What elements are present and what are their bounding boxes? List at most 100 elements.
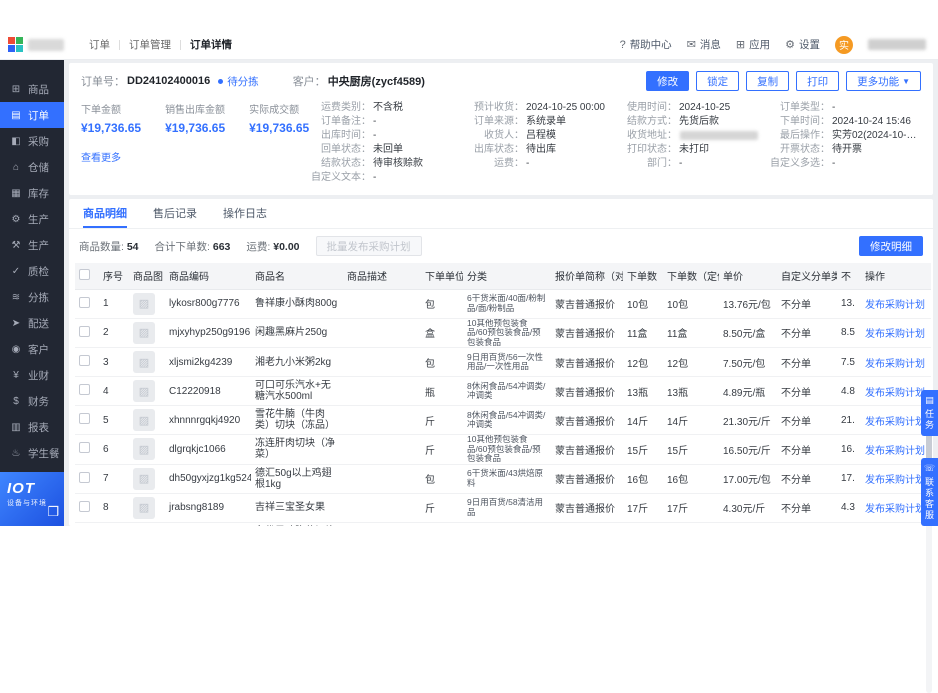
sidebar-item-purchase[interactable]: ◧ 采购 [0,128,64,154]
modify-button[interactable]: 修改 [646,71,690,91]
avatar[interactable]: 实 [835,35,853,54]
modify-detail-button[interactable]: 修改明细 [859,236,923,256]
column-header-12[interactable]: 自定义分单类型 [777,263,837,290]
product-code: dlgrqkjc1066 [165,434,251,465]
column-header-3[interactable]: 商品编码 [165,263,251,290]
column-header-6[interactable]: 下单单位 [421,263,463,290]
view-more-link[interactable]: 查看更多 [81,149,121,164]
sidebar-item-goods[interactable]: ⊞ 商品 [0,76,64,102]
publish-purchase-plan-link[interactable]: 发布采购计划 [865,417,925,428]
split-type: 不分单 [777,522,837,526]
tab-2[interactable]: 售后记录 [153,199,197,228]
publish-purchase-plan-link[interactable]: 发布采购计划 [865,504,925,515]
copy-button[interactable]: 复制 [746,71,790,91]
publish-purchase-plan-link[interactable]: 发布采购计划 [865,329,925,340]
order-field-column-4: 订单类型： - 下单时间： 2024-10-24 15:46 最后操作： 实芳02(202… [768,101,921,185]
order-field-label: 自定义多选： [770,158,830,169]
row-image-cell: ▨ [129,522,165,526]
product-name: 鲁祥康小酥肉800g [251,289,343,319]
sidebar-item-inventory[interactable]: ▦ 库存 [0,180,64,206]
customer-service-float-button[interactable]: ☏ 联系客服 [921,458,938,526]
sidebar-item-warehouse[interactable]: ⌂ 仓储 [0,154,64,180]
column-header-11[interactable]: 单价 [719,263,777,290]
product-image-placeholder: ▨ [133,409,155,431]
product-name: 可口可乐汽水+无糖汽水500ml [251,376,343,406]
sidebar-item-quality-check[interactable]: ✓ 质检 [0,258,64,284]
order-field-value: - [373,172,377,183]
sidebar-item-customers[interactable]: ◉ 客户 [0,336,64,362]
row-index: 5 [99,405,129,435]
sidebar-item-reports[interactable]: ▥ 报表 [0,414,64,440]
sidebar-item-label: 业财 [28,369,49,382]
product-image-placeholder: ▨ [133,380,155,402]
row-checkbox[interactable] [79,500,90,512]
column-header-4[interactable]: 商品名 [251,263,343,290]
product-category: 6干货米面/40面/粉制品/面/粉制品 [463,289,551,319]
more-functions-button[interactable]: 更多功能 ▼ [846,71,921,91]
publish-purchase-plan-link[interactable]: 发布采购计划 [865,359,925,370]
breadcrumb-item-2[interactable]: 订单管理 [120,37,180,52]
sidebar-item-student-meals[interactable]: ♨ 学生餐 [0,440,64,466]
row-checkbox[interactable] [79,325,90,337]
notax-price-truncated: 16. [837,434,861,465]
row-index: 9 [99,522,129,526]
row-checkbox[interactable] [79,471,90,483]
order-qty-priced-unit: 11盒 [663,318,719,348]
topbar-action-label: 应用 [749,39,771,51]
product-code: xljsmi2kg4239 [165,347,251,377]
order-field-value: 未回单 [373,144,403,155]
column-header-8[interactable]: 报价单简称（对外） [551,263,623,290]
purchase-icon: ◧ [11,135,21,147]
product-name: 湘老九小米粥2kg [251,347,343,377]
breadcrumb-item-1[interactable]: 订单 [80,37,119,52]
tasks-float-button[interactable]: ▤ 任务 [921,390,938,436]
row-checkbox[interactable] [79,296,90,308]
publish-purchase-plan-link[interactable]: 发布采购计划 [865,388,925,399]
sidebar-item-production[interactable]: ⚙ 生产 [0,206,64,232]
product-image-placeholder: ▨ [133,525,155,526]
messages-button[interactable]: ✉ 消息 [687,37,721,52]
publish-purchase-plan-link[interactable]: 发布采购计划 [865,446,925,457]
column-header-1[interactable]: 序号 [99,263,129,290]
column-header-7[interactable]: 分类 [463,263,551,290]
publish-purchase-plan-link[interactable]: 发布采购计划 [865,475,925,486]
sidebar-item-delivery[interactable]: ➤ 配送 [0,310,64,336]
tab-1[interactable]: 商品明细 [83,199,127,228]
order-field-value: - [832,102,836,113]
help-center-button[interactable]: ? 帮助中心 [620,37,672,52]
batch-publish-button[interactable]: 批量发布采购计划 [315,236,422,256]
column-header-2[interactable]: 商品图 [129,263,165,290]
row-checkbox[interactable] [79,384,90,395]
sidebar-item-orders[interactable]: ▤ 订单 [0,102,64,128]
lock-button[interactable]: 锁定 [696,71,740,91]
publish-purchase-plan-link[interactable]: 发布采购计划 [865,300,925,311]
sidebar-item-production-2[interactable]: ⚒ 生产 [0,232,64,258]
row-image-cell: ▨ [129,318,165,348]
row-checkbox[interactable] [79,355,90,366]
row-checkbox[interactable] [79,413,90,424]
username-blurred [868,39,926,50]
column-header-10[interactable]: 下单数（定价单位） [663,263,719,290]
sidebar-item-business-finance[interactable]: ¥ 业财 [0,362,64,388]
sidebar-item-label: 生产 [28,239,49,252]
product-name: 德汇50g以上鸡翅根1kg [251,464,343,494]
product-name: 冻连肝肉切块（净菜） [251,434,343,465]
column-header-14[interactable]: 操作 [861,263,931,290]
order-amount-label: 下单金额 [81,105,121,116]
apps-button[interactable]: ⊞ 应用 [736,37,770,52]
breadcrumb-item-3[interactable]: 订单详情 [181,37,241,52]
column-header-5[interactable]: 商品描述 [343,263,421,290]
sidebar-item-sorting[interactable]: ≋ 分拣 [0,284,64,310]
settings-button[interactable]: ⚙ 设置 [785,37,820,52]
table-row: 8 ▨ jrabsng8189 吉祥三宝圣女果斤 9日用百货/58清洁用品 蒙吉普通报价 1… [75,493,931,523]
column-header-9[interactable]: 下单数 [623,263,663,290]
sidebar-item-finance[interactable]: $ 财务 [0,388,64,414]
column-header-13[interactable]: 不 [837,263,861,290]
select-all-checkbox[interactable] [79,268,90,280]
row-image-cell: ▨ [129,464,165,494]
print-button[interactable]: 打印 [796,71,840,91]
order-field: 收货地址： [615,129,768,143]
tab-3[interactable]: 操作日志 [223,199,267,228]
row-checkbox[interactable] [79,442,90,454]
product-category: 9日用百货/56一次性用品/一次性用品 [463,347,551,377]
